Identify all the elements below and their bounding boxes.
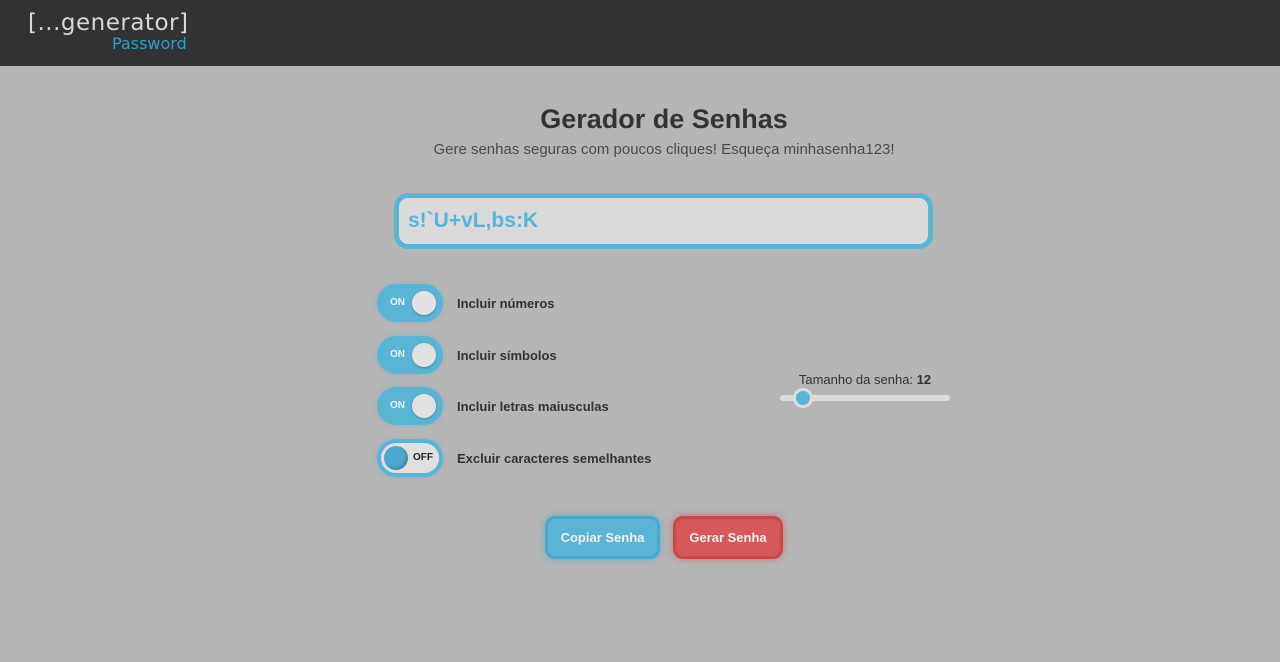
toggle-knob [412,394,436,418]
length-slider-label: Tamanho da senha: 12 [780,372,950,387]
toggle-exclude-similar[interactable]: OFF [377,439,443,477]
logo-main-text: [...generator] [28,10,189,36]
length-value: 12 [916,372,932,387]
option-label: Excluir caracteres semelhantes [457,450,652,466]
toggle-state-label: ON [390,400,405,411]
toggle-knob [412,291,436,315]
logo[interactable]: [...generator] Password [28,10,198,56]
toggle-knob [412,343,436,367]
length-slider-block: Tamanho da senha: 12 [780,370,950,410]
option-include-uppercase: ON Incluir letras maiusculas [377,387,677,425]
toggle-state-label: ON [390,349,405,360]
toggle-state-label: ON [390,297,405,308]
generate-password-button[interactable]: Gerar Senha [673,516,783,559]
option-label: Incluir símbolos [457,347,557,363]
toggle-include-symbols[interactable]: ON [377,336,443,374]
navbar: [...generator] Password [0,0,1280,66]
length-label-text: Tamanho da senha: [798,372,914,387]
logo-sub-text: Password [112,34,187,53]
toggle-include-uppercase[interactable]: ON [377,387,443,425]
length-slider-thumb[interactable] [793,388,813,408]
toggle-include-numbers[interactable]: ON [377,284,443,322]
copy-password-button[interactable]: Copiar Senha [545,516,660,559]
option-include-numbers: ON Incluir números [377,284,677,322]
toggle-knob [384,446,408,470]
option-label: Incluir números [457,295,555,311]
option-label: Incluir letras maiusculas [457,398,609,414]
password-output[interactable]: s!`U+vL,bs:K [394,193,933,249]
toggle-state-label: OFF [413,452,433,463]
option-include-symbols: ON Incluir símbolos [377,336,677,374]
page-subtitle: Gere senhas seguras com poucos cliques! … [433,141,895,158]
password-text: s!`U+vL,bs:K [408,209,539,232]
page-title: Gerador de Senhas [540,104,788,134]
option-exclude-similar: OFF Excluir caracteres semelhantes [377,439,677,477]
